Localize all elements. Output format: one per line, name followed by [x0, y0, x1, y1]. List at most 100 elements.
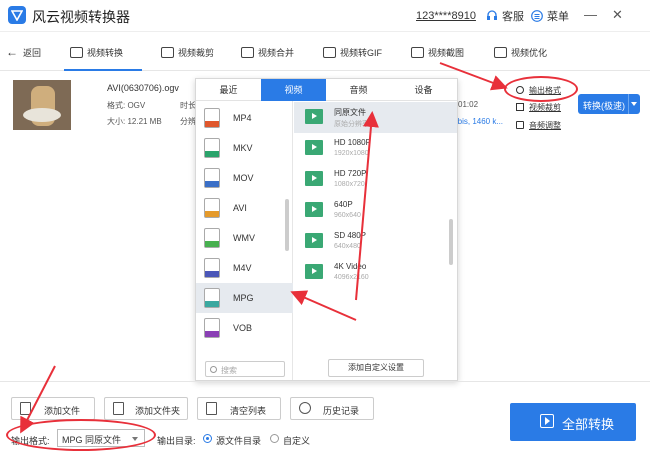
tab-label: 视频合并: [258, 48, 295, 58]
format-popup: 最近 视频 音频 设备 MP4 MKV MOV AVI WMV M4V MPG …: [195, 78, 458, 381]
resolution-label: 分辨: [180, 117, 196, 126]
video-thumbnail: [13, 80, 71, 130]
resolution-desc: 1920x1080: [334, 150, 369, 157]
video-crop-label: 视频裁剪: [529, 103, 561, 112]
custom-dir-radio[interactable]: [270, 434, 279, 443]
format-label: VOB: [233, 323, 253, 333]
app-logo: [8, 6, 26, 24]
menu-icon[interactable]: [531, 10, 543, 22]
format-item-mpg[interactable]: MPG: [196, 283, 293, 313]
video-icon: [305, 264, 323, 279]
audio-icon: [516, 121, 524, 129]
tab-label: 视频优化: [511, 48, 548, 58]
screenshot-icon: [411, 47, 424, 58]
format-label: MP4: [233, 113, 252, 123]
resolution-item-640p[interactable]: 640P 960x640: [294, 195, 457, 226]
resolution-item-4k[interactable]: 4K Video 4096x2160: [294, 257, 457, 288]
back-label: 返回: [23, 48, 42, 58]
format-item-mov[interactable]: MOV: [196, 163, 293, 193]
source-dir-radio[interactable]: [203, 434, 212, 443]
search-placeholder: 搜索: [221, 366, 237, 375]
format-search-input[interactable]: 搜索: [205, 361, 285, 377]
duration-label: 时长: [180, 101, 196, 110]
format-label: MKV: [233, 143, 253, 153]
format-label: MOV: [233, 173, 254, 183]
tab-recent[interactable]: 最近: [196, 79, 261, 101]
clear-list-label: 清空列表: [230, 406, 267, 416]
add-folder-icon: [113, 402, 124, 415]
tab-video-merge[interactable]: 视频合并: [241, 33, 294, 71]
resolution-item-720p[interactable]: HD 720P 1080x720: [294, 164, 457, 195]
file-size: 大小: 12.21 MB: [107, 117, 162, 126]
add-file-button[interactable]: 添加文件: [11, 397, 95, 420]
video-icon: [305, 140, 323, 155]
tab-label: 视频截图: [428, 48, 465, 58]
minimize-button[interactable]: —: [584, 8, 597, 22]
close-button[interactable]: ✕: [612, 8, 623, 22]
back-arrow-icon: ←: [6, 45, 18, 59]
format-list: MP4 MKV MOV AVI WMV M4V MPG VOB: [196, 101, 293, 380]
convert-button[interactable]: 转换(极速): [578, 94, 640, 114]
resolution-item-1080p[interactable]: HD 1080P 1920x1080: [294, 133, 457, 164]
tab-video-optimize[interactable]: 视频优化: [494, 33, 547, 71]
format-item-wmv[interactable]: WMV: [196, 223, 293, 253]
tab-audio[interactable]: 音频: [326, 79, 391, 101]
convert-icon: [70, 47, 83, 58]
account-link[interactable]: 123****8910: [416, 10, 476, 22]
title-bar: 风云视频转换器 123****8910 客服 菜单 — ✕: [0, 0, 650, 32]
tool-nav: ← 返回 视频转换 视频裁剪 视频合并 视频转GIF 视频截图 视频优化: [0, 33, 650, 71]
merge-icon: [241, 47, 254, 58]
menu-button[interactable]: 菜单: [547, 8, 569, 24]
format-list-scrollbar[interactable]: [285, 199, 289, 251]
audio-adjust-link[interactable]: 音频调整: [516, 120, 561, 131]
mkv-icon: [204, 138, 220, 158]
headset-icon[interactable]: [486, 10, 498, 22]
tab-video-convert[interactable]: 视频转换: [64, 33, 142, 71]
convert-all-button[interactable]: 全部转换: [510, 403, 636, 441]
resolution-desc: 4096x2160: [334, 274, 369, 281]
add-folder-button[interactable]: 添加文件夹: [104, 397, 188, 420]
add-custom-setting-button[interactable]: 添加自定义设置: [328, 359, 424, 377]
tab-label: 视频转GIF: [340, 48, 382, 58]
output-dir-label: 输出目录:: [157, 436, 196, 446]
format-label: WMV: [233, 233, 255, 243]
history-label: 历史记录: [323, 406, 360, 416]
video-icon: [305, 202, 323, 217]
format-item-vob[interactable]: VOB: [196, 313, 293, 343]
app-title: 风云视频转换器: [32, 9, 130, 25]
add-folder-label: 添加文件夹: [135, 406, 181, 416]
history-button[interactable]: 历史记录: [290, 397, 374, 420]
format-item-avi[interactable]: AVI: [196, 193, 293, 223]
add-file-label: 添加文件: [44, 406, 81, 416]
vob-icon: [204, 318, 220, 338]
tab-video-screenshot[interactable]: 视频截图: [411, 33, 464, 71]
annotation-oval-bottom-format: [6, 419, 156, 451]
clear-list-button[interactable]: 清空列表: [197, 397, 281, 420]
avi-icon: [204, 198, 220, 218]
format-item-mp4[interactable]: MP4: [196, 103, 293, 133]
format-item-m4v[interactable]: M4V: [196, 253, 293, 283]
video-crop-link[interactable]: 视频裁剪: [516, 102, 561, 113]
format-item-mkv[interactable]: MKV: [196, 133, 293, 163]
m4v-icon: [204, 258, 220, 278]
gif-icon: [323, 47, 336, 58]
service-button[interactable]: 客服: [502, 8, 524, 24]
resolution-name: HD 720P: [334, 169, 367, 178]
chevron-down-icon[interactable]: [631, 102, 637, 106]
tab-device[interactable]: 设备: [391, 79, 456, 101]
tab-video-crop[interactable]: 视频裁剪: [161, 33, 214, 71]
resolution-item-original[interactable]: 同原文件 原始分辨率: [294, 102, 457, 133]
resolution-item-480p[interactable]: SD 480P 640x480: [294, 226, 457, 257]
tab-label: 视频转换: [87, 48, 124, 58]
tab-video-gif[interactable]: 视频转GIF: [323, 33, 382, 71]
audio-adjust-label: 音频调整: [529, 121, 561, 130]
resolution-list-scrollbar[interactable]: [449, 219, 453, 265]
optimize-icon: [494, 47, 507, 58]
resolution-list: 同原文件 原始分辨率 HD 1080P 1920x1080 HD 720P 1080x…: [294, 101, 457, 380]
trash-icon: [206, 402, 217, 415]
source-dir-label: 源文件目录: [216, 436, 262, 446]
back-button[interactable]: ← 返回: [6, 45, 41, 59]
tab-video[interactable]: 视频: [261, 79, 326, 101]
convert-label: 转换(极速): [583, 101, 625, 111]
custom-dir-label: 自定义: [283, 436, 311, 446]
